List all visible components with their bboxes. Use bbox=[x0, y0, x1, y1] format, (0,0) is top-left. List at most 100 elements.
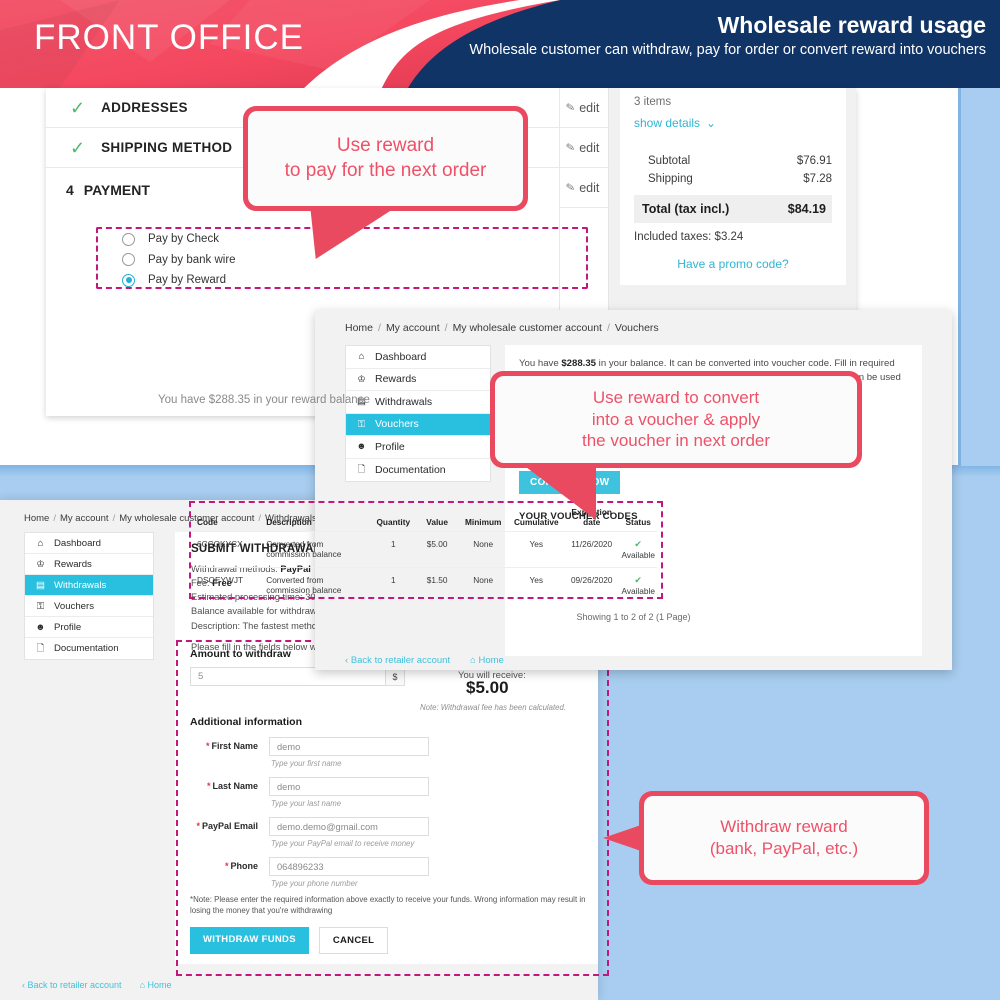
phone-input[interactable]: 064896233 bbox=[269, 857, 429, 876]
callout-pay-for-order: Use reward to pay for the next order bbox=[243, 106, 528, 259]
field-label: * Last Name bbox=[190, 777, 258, 791]
sidebar-item-profile[interactable]: ☻ Profile bbox=[346, 436, 490, 459]
header-banner: FRONT OFFICE Wholesale reward usage Whol… bbox=[0, 0, 1000, 92]
sidebar-item-label: Vouchers bbox=[375, 418, 419, 431]
label-text: Last Name bbox=[212, 781, 258, 791]
back-to-retailer-link[interactable]: ‹ Back to retailer account bbox=[345, 655, 450, 666]
sidebar-item-vouchers[interactable]: ⚿ Vouchers bbox=[346, 413, 490, 436]
col-quantity: Quantity bbox=[376, 517, 411, 527]
sidebar-item-label: Documentation bbox=[54, 643, 119, 654]
banner-left-title: FRONT OFFICE bbox=[34, 18, 304, 57]
status-label: Available bbox=[621, 550, 655, 560]
col-status: Status bbox=[625, 517, 651, 527]
crumb-my-account[interactable]: My account bbox=[60, 513, 109, 524]
home-link[interactable]: ⌂ Home bbox=[470, 655, 504, 666]
voucher-pagination-info: Showing 1 to 2 of 2 (1 Page) bbox=[576, 612, 691, 622]
cancel-button[interactable]: CANCEL bbox=[318, 926, 389, 954]
card-icon: ▤ bbox=[36, 579, 45, 591]
field-label: * Phone bbox=[190, 857, 258, 871]
cell-description: Converted from commission balance bbox=[264, 531, 371, 568]
paypal-email-input[interactable]: demo.demo@gmail.com bbox=[269, 817, 429, 836]
crumb-current: Vouchers bbox=[614, 322, 659, 334]
home-link-label: Home bbox=[147, 980, 172, 990]
required-marker: * bbox=[206, 781, 211, 791]
sidebar-item-vouchers[interactable]: ⚿ Vouchers bbox=[25, 596, 153, 617]
banner-right-block: Wholesale reward usage Wholesale custome… bbox=[446, 12, 986, 60]
cell-cumulative: Yes bbox=[508, 567, 565, 603]
callout-line-1: Use reward bbox=[336, 135, 435, 157]
banner-title: Wholesale reward usage bbox=[717, 12, 986, 38]
callout-line-2: to pay for the next order bbox=[284, 159, 487, 181]
sidebar-item-documentation[interactable]: 🗋 Documentation bbox=[25, 638, 153, 659]
banner-subtitle: Wholesale customer can withdraw, pay for… bbox=[469, 42, 986, 59]
callout-inner: Withdraw reward (bank, PayPal, etc.) bbox=[644, 796, 924, 880]
field-box: demo Type your first name bbox=[269, 737, 429, 768]
callout-line-2: (bank, PayPal, etc.) bbox=[709, 839, 859, 858]
sidebar-item-dashboard[interactable]: ⌂ Dashboard bbox=[25, 533, 153, 554]
last-name-input[interactable]: demo bbox=[269, 777, 429, 796]
back-to-retailer-link[interactable]: ‹ Back to retailer account bbox=[22, 980, 122, 990]
cell-value: $1.50 bbox=[416, 567, 458, 603]
site-background-upper-right bbox=[958, 88, 1000, 466]
field-box: demo.demo@gmail.com Type your PayPal ema… bbox=[269, 817, 429, 848]
sidebar-item-label: Rewards bbox=[54, 558, 92, 570]
dashboard-icon: ⌂ bbox=[37, 537, 44, 549]
reward-balance-text: You have $288.35 in your reward balance bbox=[158, 394, 370, 406]
sidebar-item-documentation[interactable]: 🗋 Documentation bbox=[346, 459, 490, 482]
callout-tail bbox=[310, 207, 402, 259]
cell-expiration: 11/26/2020 bbox=[564, 531, 620, 568]
show-details-label: show details bbox=[634, 116, 701, 130]
callout-line-2: into a voucher & apply bbox=[591, 409, 761, 429]
back-link-label: Back to retailer account bbox=[27, 980, 122, 990]
cell-minimum: None bbox=[457, 531, 509, 568]
first-name-input[interactable]: demo bbox=[269, 737, 429, 756]
field-hint: Type your last name bbox=[271, 799, 342, 808]
home-link-label: Home bbox=[478, 655, 504, 666]
sidebar-item-withdrawals[interactable]: ▤ Withdrawals bbox=[25, 575, 153, 596]
show-details-toggle[interactable]: show details ⌄ bbox=[634, 116, 832, 130]
col-description: Description bbox=[266, 517, 312, 527]
home-link[interactable]: ⌂ Home bbox=[140, 980, 172, 990]
callout-tail bbox=[522, 464, 596, 520]
withdraw-funds-button[interactable]: WITHDRAW FUNDS bbox=[190, 926, 309, 954]
callout-line-1: Withdraw reward bbox=[720, 817, 848, 837]
cell-description: Converted from commission balance bbox=[264, 567, 371, 603]
vouchers-footer: ‹ Back to retailer account ⌂ Home bbox=[345, 655, 504, 666]
crumb-sep: / bbox=[53, 513, 56, 524]
cell-code: 6CCOKYCX bbox=[195, 531, 265, 568]
required-marker: * bbox=[205, 741, 210, 751]
sidebar-item-label: Documentation bbox=[375, 463, 446, 476]
sidebar-item-label: Dashboard bbox=[54, 537, 101, 549]
withdraw-fee-note: Note: Withdrawal fee has been calculated… bbox=[420, 703, 566, 712]
cart-items-count: 3 items bbox=[634, 96, 672, 108]
summary-total-row: Total (tax incl.) $84.19 bbox=[634, 195, 832, 223]
promo-code-link[interactable]: Have a promo code? bbox=[634, 257, 832, 271]
withdraw-actions: WITHDRAW FUNDS CANCEL bbox=[190, 926, 595, 954]
document-icon: 🗋 bbox=[357, 463, 366, 475]
cell-quantity: 1 bbox=[370, 567, 417, 603]
table-row: DSQEYWJT Converted from commission balan… bbox=[195, 567, 657, 603]
field-label: * First Name bbox=[190, 737, 258, 751]
field-paypal-email: * PayPal Email demo.demo@gmail.com Type y… bbox=[190, 817, 595, 848]
sidebar-item-label: Profile bbox=[375, 440, 405, 453]
col-value: Value bbox=[426, 517, 448, 527]
label-text: First Name bbox=[211, 741, 258, 751]
field-label: * PayPal Email bbox=[190, 817, 258, 831]
field-last-name: * Last Name demo Type your last name bbox=[190, 777, 595, 808]
sidebar-item-label: Profile bbox=[54, 621, 82, 633]
check-icon: ✔ bbox=[634, 575, 642, 585]
field-box: demo Type your last name bbox=[269, 777, 429, 808]
crumb-home[interactable]: Home bbox=[24, 513, 49, 524]
you-will-receive-value: $5.00 bbox=[466, 678, 509, 697]
cell-status: ✔ Available bbox=[619, 531, 657, 568]
sidebar-item-profile[interactable]: ☻ Profile bbox=[25, 617, 153, 638]
callout-line-1: Use reward to convert bbox=[592, 387, 760, 407]
crumb-sep: / bbox=[112, 513, 116, 524]
back-link-label: Back to retailer account bbox=[350, 655, 451, 666]
withdrawals-sidebar: ⌂ Dashboard ♔ Rewards ▤ Withdrawals ⚿ Vo… bbox=[24, 532, 154, 660]
withdrawals-footer: ‹ Back to retailer account ⌂ Home bbox=[22, 980, 172, 990]
total-label: Total (tax incl.) bbox=[642, 202, 730, 216]
sidebar-item-rewards[interactable]: ♔ Rewards bbox=[25, 554, 153, 575]
row-label: Subtotal bbox=[648, 155, 691, 167]
check-icon: ✔ bbox=[634, 539, 642, 549]
